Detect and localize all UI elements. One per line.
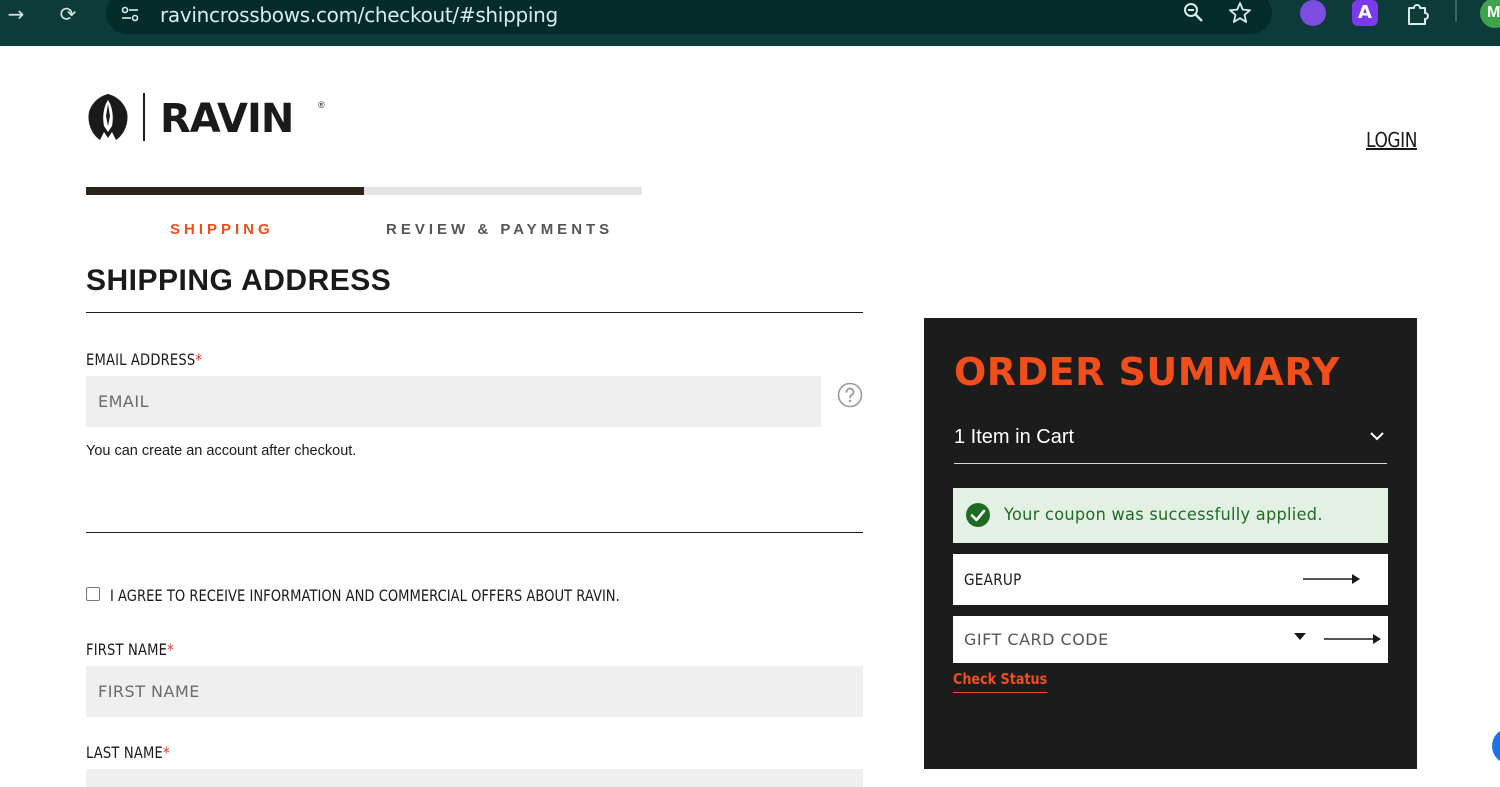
coupon-code-field[interactable]: GEARUP <box>953 554 1388 605</box>
site-settings-icon[interactable] <box>120 4 140 24</box>
applied-coupon-code: GEARUP <box>964 570 1022 589</box>
profile-avatar[interactable]: M <box>1480 0 1500 28</box>
zoom-icon[interactable] <box>1182 1 1206 25</box>
step-review-payments[interactable]: REVIEW & PAYMENTS <box>386 221 613 238</box>
extensions-puzzle-icon[interactable] <box>1404 0 1430 26</box>
consent-label[interactable]: I AGREE TO RECEIVE INFORMATION AND COMME… <box>110 586 620 605</box>
first-name-label: FIRST NAME* <box>86 640 174 659</box>
ravin-logo[interactable]: RAVIN ® <box>86 92 336 144</box>
coupon-success-text: Your coupon was successfully applied. <box>1004 505 1323 525</box>
cart-items-toggle[interactable]: 1 Item in Cart <box>954 424 1387 464</box>
progress-fill <box>86 187 364 195</box>
last-name-input[interactable] <box>86 769 863 787</box>
consent-checkbox[interactable] <box>86 587 100 601</box>
registered-mark: ® <box>318 100 325 110</box>
gift-card-field[interactable] <box>953 616 1388 663</box>
address-bar[interactable]: ravincrossbows.com/checkout/#shipping <box>106 0 1272 34</box>
extension-a-icon[interactable]: A <box>1352 0 1378 26</box>
logo-divider <box>143 93 145 141</box>
browser-toolbar: → ⟳ ravincrossbows.com/checkout/#shippin… <box>0 0 1500 46</box>
login-link[interactable]: LOGIN <box>1366 128 1417 152</box>
url-text: ravincrossbows.com/checkout/#shipping <box>160 3 558 27</box>
bookmark-star-icon[interactable] <box>1228 1 1252 25</box>
email-input[interactable] <box>86 376 821 427</box>
title-divider <box>86 312 863 313</box>
extension-icon[interactable] <box>1300 0 1326 26</box>
brand-name: RAVIN <box>160 96 294 142</box>
checkout-progress-bar <box>86 187 642 195</box>
cart-item-count: 1 Item in Cart <box>954 426 1075 448</box>
page-title: SHIPPING ADDRESS <box>86 264 392 297</box>
check-circle-icon <box>966 503 990 527</box>
order-summary-title: ORDER SUMMARY <box>954 350 1341 394</box>
check-status-link[interactable]: Check Status <box>953 670 1048 693</box>
section-divider <box>86 532 863 533</box>
email-label: EMAIL ADDRESS* <box>86 350 203 369</box>
gift-card-input[interactable] <box>953 616 1273 663</box>
gift-card-arrow-icon[interactable] <box>1324 632 1382 646</box>
first-name-input[interactable] <box>86 666 863 717</box>
coupon-arrow-icon[interactable] <box>1303 572 1361 586</box>
chat-widget-icon[interactable] <box>1492 728 1500 764</box>
toolbar-separator <box>1455 0 1457 22</box>
last-name-label: LAST NAME* <box>86 743 170 762</box>
coupon-success-message: Your coupon was successfully applied. <box>953 488 1388 543</box>
ravin-bat-logo-icon <box>88 94 128 140</box>
step-shipping[interactable]: SHIPPING <box>170 221 274 238</box>
reload-icon[interactable]: ⟳ <box>56 2 80 26</box>
chevron-down-icon[interactable] <box>1367 426 1387 446</box>
forward-arrow-icon[interactable]: → <box>4 2 28 26</box>
help-question-icon[interactable] <box>837 382 863 408</box>
order-summary-panel: ORDER SUMMARY 1 Item in Cart Your coupon… <box>924 318 1417 769</box>
caret-down-icon[interactable] <box>1293 632 1307 642</box>
account-hint: You can create an account after checkout… <box>86 443 357 459</box>
